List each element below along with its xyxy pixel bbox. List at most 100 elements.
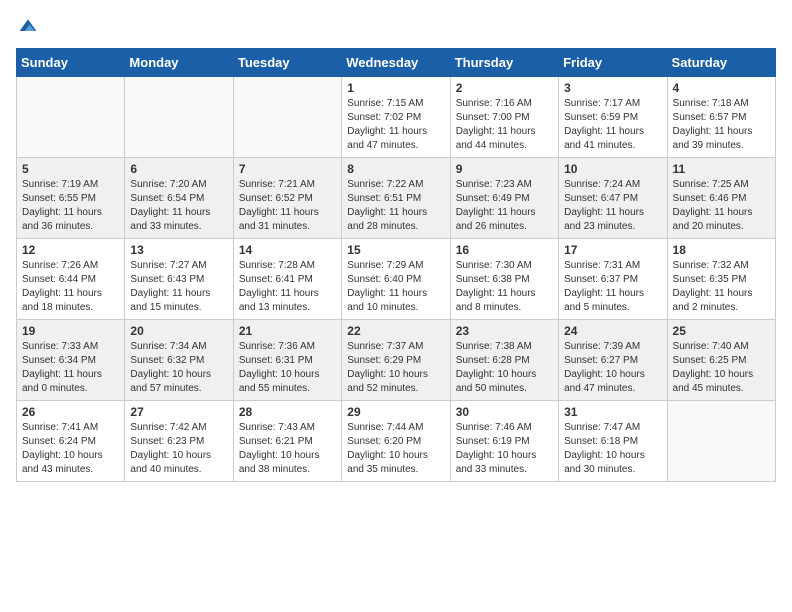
calendar-cell: 21 Sunrise: 7:36 AM Sunset: 6:31 PM Dayli… — [233, 320, 341, 401]
day-number: 17 — [564, 243, 661, 257]
day-number: 15 — [347, 243, 444, 257]
calendar-cell: 24Sunrise: 7:39 AM Sunset: 6:27 PM Dayli… — [559, 320, 667, 401]
day-info: Sunrise: 7:40 AM Sunset: 6:25 PM Dayligh… — [673, 340, 770, 396]
calendar-cell: 17 Sunrise: 7:31 AM Sunset: 6:37 PM Dayli… — [559, 239, 667, 320]
day-info: Sunrise: 7:26 AM Sunset: 6:44 PM Dayligh… — [22, 259, 119, 315]
calendar-cell: 23 Sunrise: 7:38 AM Sunset: 6:28 PM Dayli… — [450, 320, 558, 401]
calendar-cell: 3 Sunrise: 7:17 AM Sunset: 6:59 PM Daylig… — [559, 77, 667, 158]
day-info: Sunrise: 7:18 AM Sunset: 6:57 PM Dayligh… — [673, 97, 770, 153]
logo — [16, 16, 38, 36]
day-header-monday: Monday — [125, 49, 233, 77]
day-number: 8 — [347, 162, 444, 176]
day-header-thursday: Thursday — [450, 49, 558, 77]
day-number: 23 — [456, 324, 553, 338]
calendar-cell: 6 Sunrise: 7:20 AM Sunset: 6:54 PM Daylig… — [125, 158, 233, 239]
calendar-table: SundayMondayTuesdayWednesdayThursdayFrid… — [16, 48, 776, 482]
calendar-cell: 11 Sunrise: 7:25 AM Sunset: 6:46 PM Dayli… — [667, 158, 775, 239]
calendar-cell: 7 Sunrise: 7:21 AM Sunset: 6:52 PM Daylig… — [233, 158, 341, 239]
calendar-cell: 31 Sunrise: 7:47 AM Sunset: 6:18 PM Dayli… — [559, 401, 667, 482]
day-header-tuesday: Tuesday — [233, 49, 341, 77]
day-info: Sunrise: 7:34 AM Sunset: 6:32 PM Dayligh… — [130, 340, 227, 396]
day-info: Sunrise: 7:27 AM Sunset: 6:43 PM Dayligh… — [130, 259, 227, 315]
day-info: Sunrise: 7:31 AM Sunset: 6:37 PM Dayligh… — [564, 259, 661, 315]
day-number: 2 — [456, 81, 553, 95]
day-number: 19 — [22, 324, 119, 338]
day-number: 11 — [673, 162, 770, 176]
day-number: 12 — [22, 243, 119, 257]
calendar-cell: 14 Sunrise: 7:28 AM Sunset: 6:41 PM Dayli… — [233, 239, 341, 320]
day-number: 25 — [673, 324, 770, 338]
day-info: Sunrise: 7:37 AM Sunset: 6:29 PM Dayligh… — [347, 340, 444, 396]
day-info: Sunrise: 7:32 AM Sunset: 6:35 PM Dayligh… — [673, 259, 770, 315]
day-info: Sunrise: 7:15 AM Sunset: 7:02 PM Dayligh… — [347, 97, 444, 153]
calendar-week-4: 19 Sunrise: 7:33 AM Sunset: 6:34 PM Dayli… — [17, 320, 776, 401]
day-number: 18 — [673, 243, 770, 257]
day-info: Sunrise: 7:29 AM Sunset: 6:40 PM Dayligh… — [347, 259, 444, 315]
calendar-cell: 10 Sunrise: 7:24 AM Sunset: 6:47 PM Dayli… — [559, 158, 667, 239]
calendar-cell: 13 Sunrise: 7:27 AM Sunset: 6:43 PM Dayli… — [125, 239, 233, 320]
day-number: 16 — [456, 243, 553, 257]
day-header-friday: Friday — [559, 49, 667, 77]
day-info: Sunrise: 7:43 AM Sunset: 6:21 PM Dayligh… — [239, 421, 336, 477]
calendar-cell: 2 Sunrise: 7:16 AM Sunset: 7:00 PM Daylig… — [450, 77, 558, 158]
calendar-cell: 25 Sunrise: 7:40 AM Sunset: 6:25 PM Dayli… — [667, 320, 775, 401]
day-info: Sunrise: 7:16 AM Sunset: 7:00 PM Dayligh… — [456, 97, 553, 153]
day-info: Sunrise: 7:36 AM Sunset: 6:31 PM Dayligh… — [239, 340, 336, 396]
day-number: 7 — [239, 162, 336, 176]
calendar-cell: 29 Sunrise: 7:44 AM Sunset: 6:20 PM Dayli… — [342, 401, 450, 482]
day-info: Sunrise: 7:22 AM Sunset: 6:51 PM Dayligh… — [347, 178, 444, 234]
calendar-cell — [17, 77, 125, 158]
calendar-cell: 4 Sunrise: 7:18 AM Sunset: 6:57 PM Daylig… — [667, 77, 775, 158]
day-info: Sunrise: 7:44 AM Sunset: 6:20 PM Dayligh… — [347, 421, 444, 477]
day-info: Sunrise: 7:21 AM Sunset: 6:52 PM Dayligh… — [239, 178, 336, 234]
day-info: Sunrise: 7:23 AM Sunset: 6:49 PM Dayligh… — [456, 178, 553, 234]
day-info: Sunrise: 7:47 AM Sunset: 6:18 PM Dayligh… — [564, 421, 661, 477]
day-header-sunday: Sunday — [17, 49, 125, 77]
calendar-cell: 12 Sunrise: 7:26 AM Sunset: 6:44 PM Dayli… — [17, 239, 125, 320]
day-info: Sunrise: 7:17 AM Sunset: 6:59 PM Dayligh… — [564, 97, 661, 153]
day-info: Sunrise: 7:42 AM Sunset: 6:23 PM Dayligh… — [130, 421, 227, 477]
day-info: Sunrise: 7:46 AM Sunset: 6:19 PM Dayligh… — [456, 421, 553, 477]
day-number: 26 — [22, 405, 119, 419]
day-number: 29 — [347, 405, 444, 419]
day-info: Sunrise: 7:25 AM Sunset: 6:46 PM Dayligh… — [673, 178, 770, 234]
calendar-cell: 20Sunrise: 7:34 AM Sunset: 6:32 PM Dayli… — [125, 320, 233, 401]
day-info: Sunrise: 7:39 AM Sunset: 6:27 PM Dayligh… — [564, 340, 661, 396]
calendar-cell: 1Sunrise: 7:15 AM Sunset: 7:02 PM Daylig… — [342, 77, 450, 158]
day-number: 31 — [564, 405, 661, 419]
day-number: 6 — [130, 162, 227, 176]
calendar-week-2: 5Sunrise: 7:19 AM Sunset: 6:55 PM Daylig… — [17, 158, 776, 239]
day-info: Sunrise: 7:41 AM Sunset: 6:24 PM Dayligh… — [22, 421, 119, 477]
day-info: Sunrise: 7:33 AM Sunset: 6:34 PM Dayligh… — [22, 340, 119, 396]
calendar-cell: 5Sunrise: 7:19 AM Sunset: 6:55 PM Daylig… — [17, 158, 125, 239]
calendar-cell: 15 Sunrise: 7:29 AM Sunset: 6:40 PM Dayli… — [342, 239, 450, 320]
calendar-cell: 16 Sunrise: 7:30 AM Sunset: 6:38 PM Dayli… — [450, 239, 558, 320]
calendar-cell: 26 Sunrise: 7:41 AM Sunset: 6:24 PM Dayli… — [17, 401, 125, 482]
day-number: 21 — [239, 324, 336, 338]
day-number: 13 — [130, 243, 227, 257]
day-number: 4 — [673, 81, 770, 95]
calendar-cell: 30 Sunrise: 7:46 AM Sunset: 6:19 PM Dayli… — [450, 401, 558, 482]
day-header-saturday: Saturday — [667, 49, 775, 77]
calendar-cell: 19 Sunrise: 7:33 AM Sunset: 6:34 PM Dayli… — [17, 320, 125, 401]
logo-icon — [18, 16, 38, 36]
calendar-cell: 27 Sunrise: 7:42 AM Sunset: 6:23 PM Dayli… — [125, 401, 233, 482]
day-number: 14 — [239, 243, 336, 257]
day-info: Sunrise: 7:24 AM Sunset: 6:47 PM Dayligh… — [564, 178, 661, 234]
day-info: Sunrise: 7:28 AM Sunset: 6:41 PM Dayligh… — [239, 259, 336, 315]
calendar-cell — [233, 77, 341, 158]
day-number: 10 — [564, 162, 661, 176]
day-info: Sunrise: 7:38 AM Sunset: 6:28 PM Dayligh… — [456, 340, 553, 396]
calendar-week-1: 1Sunrise: 7:15 AM Sunset: 7:02 PM Daylig… — [17, 77, 776, 158]
day-info: Sunrise: 7:20 AM Sunset: 6:54 PM Dayligh… — [130, 178, 227, 234]
calendar-cell: 9Sunrise: 7:23 AM Sunset: 6:49 PM Daylig… — [450, 158, 558, 239]
day-header-wednesday: Wednesday — [342, 49, 450, 77]
calendar-cell — [667, 401, 775, 482]
page-header — [16, 16, 776, 36]
day-number: 30 — [456, 405, 553, 419]
day-number: 3 — [564, 81, 661, 95]
day-number: 27 — [130, 405, 227, 419]
day-info: Sunrise: 7:30 AM Sunset: 6:38 PM Dayligh… — [456, 259, 553, 315]
day-info: Sunrise: 7:19 AM Sunset: 6:55 PM Dayligh… — [22, 178, 119, 234]
day-number: 22 — [347, 324, 444, 338]
